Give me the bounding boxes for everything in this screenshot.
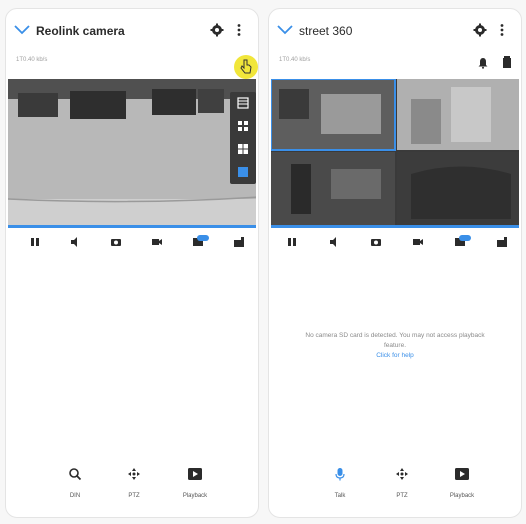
four-view-image [271,79,519,225]
left-video-progress [8,225,256,228]
layout-3x3-icon[interactable] [236,142,250,156]
right-toolbar [269,235,521,251]
layout-custom-icon[interactable] [236,165,250,179]
playback-label: Playback [449,493,475,499]
right-phone-panel: street 360 1T0.40 kb/s No camera SD card… [268,8,522,518]
chevron-down-icon[interactable] [14,25,30,35]
gear-icon[interactable] [473,23,487,37]
hd-badge [459,235,471,241]
left-bottom-bar: DIN PTZ Playback [6,467,258,513]
left-phone-panel: Reolink camera 1T0.40 kb/s DIN PTZ Playb… [5,8,259,518]
more-vert-icon[interactable] [495,23,509,37]
more-vert-icon[interactable] [232,23,246,37]
move-icon [396,468,408,480]
gear-icon[interactable] [210,23,224,37]
left-header: Reolink camera [6,9,258,51]
layout-1x1-icon[interactable] [236,96,250,110]
no-sd-text: No camera SD card is detected. You may n… [305,332,485,349]
talk-label: Talk [334,493,346,499]
playback-label: Playback [182,493,208,499]
left-camera-title[interactable]: Reolink camera [36,24,125,38]
ptz-button[interactable]: PTZ [109,467,159,499]
volume-icon[interactable] [68,235,82,249]
layout-grid-icon[interactable] [232,235,246,249]
layout-2x2-icon[interactable] [236,119,250,133]
layout-grid-icon[interactable] [495,235,509,249]
camera-icon[interactable] [109,235,123,249]
battery-icon[interactable] [501,55,513,69]
bell-icon[interactable] [477,57,489,69]
playback-icon [455,468,469,480]
playback-button[interactable]: Playback [170,467,220,499]
wall-scene-image [8,79,256,225]
hd-badge [197,235,209,241]
right-camera-title[interactable]: street 360 [299,24,352,38]
talk-button[interactable]: Talk [315,467,365,499]
ptz-label: PTZ [128,493,140,499]
layout-dropdown-menu [230,92,256,184]
hand-pointer-icon[interactable] [239,59,253,75]
pause-icon[interactable] [28,235,42,249]
record-icon[interactable] [411,235,425,249]
ptz-label: PTZ [396,493,408,499]
mic-icon [335,468,345,481]
search-icon [69,468,82,481]
camera-icon[interactable] [369,235,383,249]
pause-icon[interactable] [285,235,299,249]
din-button[interactable]: DIN [50,467,100,499]
left-toolbar [6,235,258,251]
move-icon [128,468,140,480]
right-bottom-bar: Talk PTZ Playback [269,467,521,513]
right-live-video-grid[interactable] [271,79,519,225]
chevron-down-icon[interactable] [277,25,293,35]
right-video-progress [271,225,519,228]
no-sd-card-message: No camera SD card is detected. You may n… [269,331,521,361]
ptz-button[interactable]: PTZ [377,467,427,499]
left-live-video[interactable] [8,79,256,225]
playback-button[interactable]: Playback [437,467,487,499]
playback-icon [188,468,202,480]
record-icon[interactable] [150,235,164,249]
right-header: street 360 [269,9,521,51]
help-link[interactable]: Click for help [269,351,521,361]
volume-icon[interactable] [327,235,341,249]
right-bitrate-text: 1T0.40 kb/s [279,57,311,63]
left-bitrate-text: 1T0.40 kb/s [16,57,48,63]
din-label: DIN [69,493,81,499]
